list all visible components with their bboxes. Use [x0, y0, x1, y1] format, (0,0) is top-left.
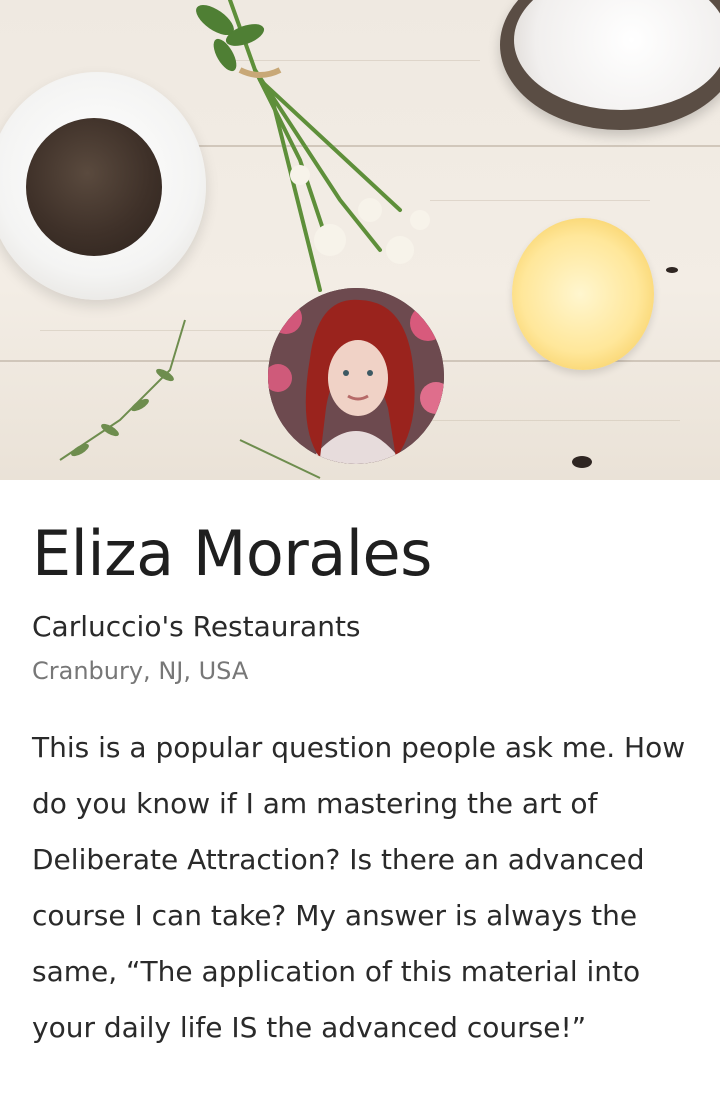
cover-image: [0, 0, 720, 480]
profile-avatar[interactable]: [268, 288, 444, 464]
profile-bio: This is a popular question people ask me…: [32, 731, 686, 1044]
avatar-photo: [268, 288, 444, 464]
profile-name: Eliza Morales: [32, 517, 432, 590]
profile-company: Carluccio's Restaurants: [32, 610, 361, 643]
profile-location: Cranbury, NJ, USA: [32, 657, 249, 685]
